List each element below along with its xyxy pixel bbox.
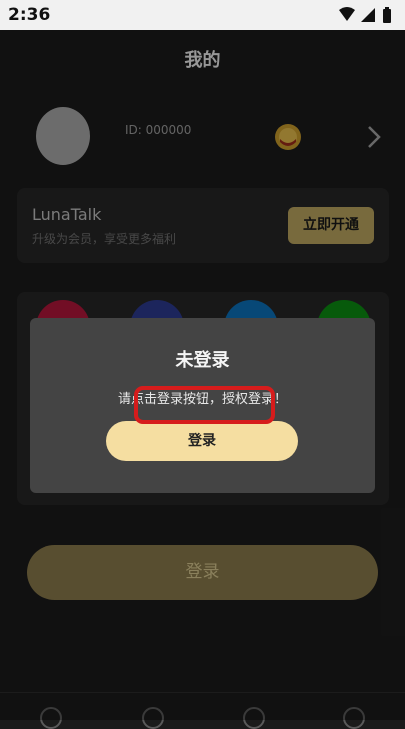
dialog-login-button[interactable]: 登录 [106, 421, 298, 461]
highlight-annotation [134, 386, 275, 424]
status-icons [339, 7, 391, 23]
wifi-icon [339, 7, 355, 21]
status-time: 2:36 [8, 5, 51, 25]
status-bar: 2:36 [0, 0, 405, 30]
signal-icon [361, 8, 375, 22]
battery-icon [383, 7, 391, 23]
dialog-title: 未登录 [175, 350, 230, 371]
